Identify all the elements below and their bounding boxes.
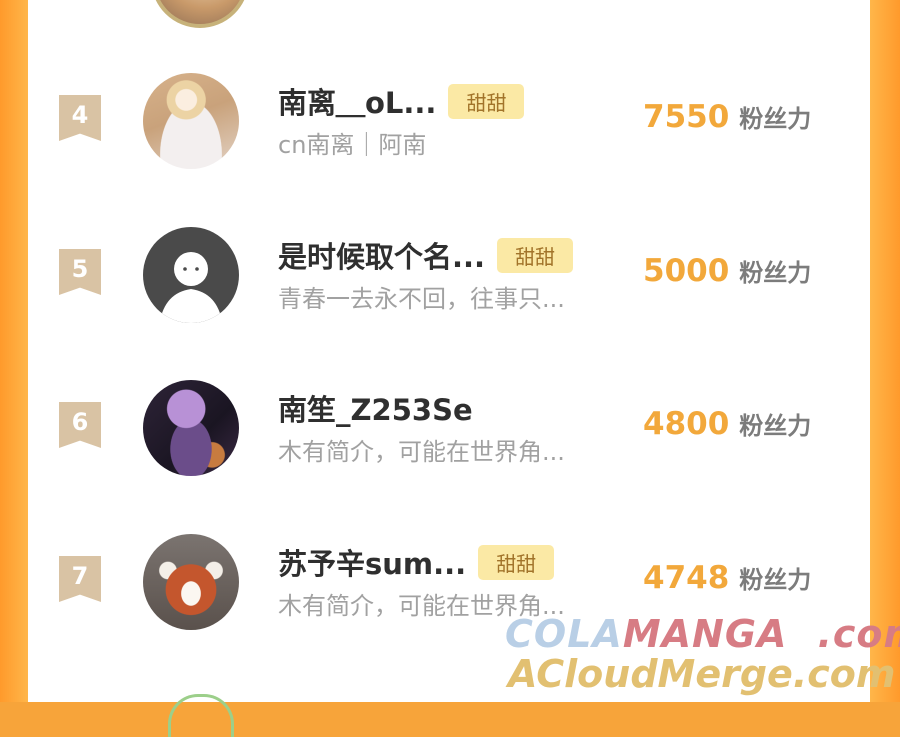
user-bio: 木有简介，可能在世界角...: [278, 438, 565, 466]
default-avatar-icon[interactable]: [143, 227, 239, 323]
fan-score: 5000 粉丝力: [643, 253, 811, 289]
user-name[interactable]: 苏予辛sum...: [278, 541, 466, 583]
fan-score-unit: 粉丝力: [739, 566, 812, 594]
name-line: 苏予辛sum... 甜甜: [278, 541, 555, 583]
rank-badge: 4: [59, 95, 101, 141]
sweet-badge: 甜甜: [478, 544, 555, 580]
user-name[interactable]: 南离＿oL...: [278, 80, 436, 122]
ranking-row-5[interactable]: 5 是时候取个名... 甜甜 青春一去永不回，往事只... 5000 粉丝力: [28, 227, 870, 347]
user-avatar[interactable]: [143, 380, 239, 476]
fan-score-unit: 粉丝力: [739, 259, 812, 287]
fan-score: 7550 粉丝力: [643, 99, 811, 135]
fan-score-unit: 粉丝力: [739, 105, 812, 133]
watermark-line-1: COLAMANGA.com: [505, 612, 900, 656]
fan-score-value: 5000: [643, 253, 730, 289]
rank-badge: 6: [59, 402, 101, 448]
name-line: 南笙_Z253Se: [278, 388, 473, 428]
fan-score-value: 4800: [643, 406, 730, 442]
user-name[interactable]: 南笙_Z253Se: [278, 387, 473, 429]
user-bio: 青春一去永不回，往事只...: [278, 285, 565, 313]
sweet-badge: 甜甜: [448, 83, 525, 119]
watermark-line-2: ACloudMerge.com: [508, 652, 896, 696]
next-row-avatar: [168, 694, 234, 737]
rank-badge: 5: [59, 249, 101, 295]
user-avatar[interactable]: [143, 534, 239, 630]
frame-left-edge: [0, 0, 28, 702]
user-name[interactable]: 是时候取个名...: [278, 234, 485, 276]
fan-score: 4748 粉丝力: [643, 560, 811, 596]
rank-badge: 7: [59, 556, 101, 602]
user-bio: cn南离｜阿南: [278, 131, 427, 159]
fan-score-unit: 粉丝力: [739, 412, 812, 440]
previous-row-avatar: [151, 0, 249, 28]
frame-right-edge: [870, 0, 900, 702]
ranking-row-4[interactable]: 4 南离＿oL... 甜甜 cn南离｜阿南 7550 粉丝力: [28, 73, 870, 193]
person-silhouette-icon: [159, 252, 223, 323]
ranking-panel: 4 南离＿oL... 甜甜 cn南离｜阿南 7550 粉丝力 5 是时候取个名.…: [28, 0, 870, 737]
name-line: 是时候取个名... 甜甜: [278, 234, 574, 276]
user-avatar[interactable]: [143, 73, 239, 169]
fan-score: 4800 粉丝力: [643, 406, 811, 442]
fan-score-value: 7550: [643, 99, 730, 135]
ranking-row-6[interactable]: 6 南笙_Z253Se 木有简介，可能在世界角... 4800 粉丝力: [28, 380, 870, 500]
fan-score-value: 4748: [643, 560, 730, 596]
name-line: 南离＿oL... 甜甜: [278, 80, 525, 122]
sweet-badge: 甜甜: [497, 237, 574, 273]
